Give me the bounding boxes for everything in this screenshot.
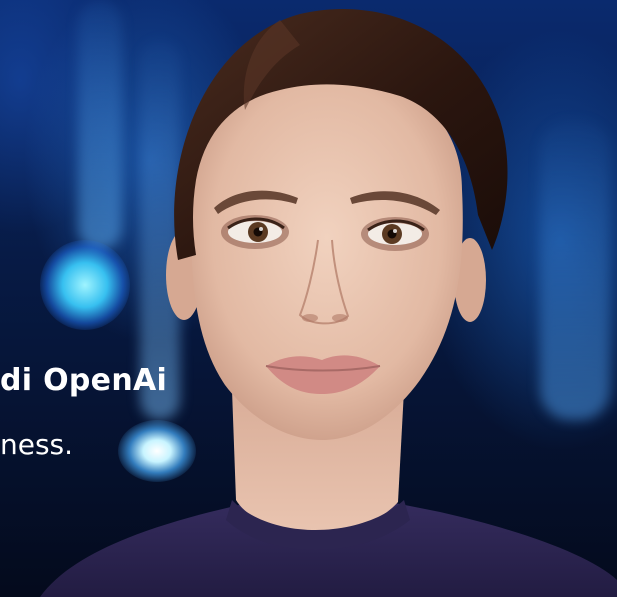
subline-fragment: ness. bbox=[0, 428, 74, 461]
headline-fragment: di OpenAi bbox=[0, 363, 168, 398]
hero-image: di OpenAi ness. bbox=[0, 0, 617, 597]
portrait-figure bbox=[40, 8, 617, 597]
